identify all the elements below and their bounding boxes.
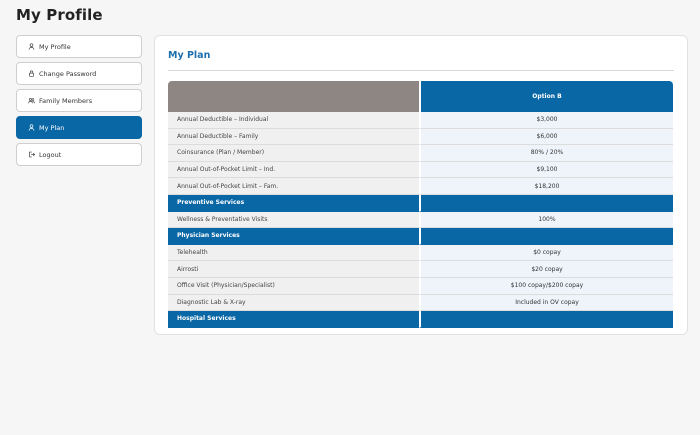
table-row: Office Visit (Physician/Specialist) $100… xyxy=(168,277,673,295)
sidebar: My Profile Change Password Family Member… xyxy=(16,35,142,170)
table-row: Telehealth $0 copay xyxy=(168,244,673,262)
lock-icon xyxy=(27,70,35,78)
table-row: Coinsurance (Plan / Member) 80% / 20% xyxy=(168,145,673,162)
plan-table: Option B Annual Deductible – Individual … xyxy=(168,81,673,328)
plan-card: My Plan Option B Annual Deductible – Ind… xyxy=(154,35,688,335)
section-label: Preventive Services xyxy=(168,194,419,212)
table-row: Annual Out-of-Pocket Limit – Ind. $9,100 xyxy=(168,161,673,179)
divider xyxy=(168,70,674,71)
section-label: Physician Services xyxy=(168,228,419,245)
sidebar-item-label: Family Members xyxy=(39,96,93,105)
table-row: Airrosti $20 copay xyxy=(168,261,673,278)
section-row: Hospital Services xyxy=(168,311,673,328)
users-icon xyxy=(27,97,35,105)
row-label: Annual Deductible – Family xyxy=(168,128,419,146)
sidebar-item-family-members[interactable]: Family Members xyxy=(16,89,142,112)
row-label: Airrosti xyxy=(168,261,419,278)
sidebar-item-label: Logout xyxy=(39,150,62,159)
table-header-row: Option B xyxy=(168,81,673,112)
table-row: Annual Deductible – Individual $3,000 xyxy=(168,112,673,129)
sidebar-item-label: My Profile xyxy=(39,42,71,51)
row-label: Coinsurance (Plan / Member) xyxy=(168,145,419,162)
sidebar-item-label: My Plan xyxy=(39,123,65,132)
table-row: Annual Deductible – Family $6,000 xyxy=(168,128,673,146)
row-label: Annual Out-of-Pocket Limit – Fam. xyxy=(168,178,419,195)
page-title: My Profile xyxy=(16,6,103,24)
row-value: Included in OV copay xyxy=(419,294,673,312)
table-row: Diagnostic Lab & X-ray Included in OV co… xyxy=(168,294,673,312)
sidebar-item-label: Change Password xyxy=(39,69,97,78)
row-value: 100% xyxy=(419,211,673,229)
header-cell-option: Option B xyxy=(419,81,673,112)
row-value: $18,200 xyxy=(419,178,673,195)
section-row: Physician Services xyxy=(168,228,673,245)
row-label: Office Visit (Physician/Specialist) xyxy=(168,277,419,295)
row-value: $6,000 xyxy=(419,128,673,146)
row-label: Telehealth xyxy=(168,244,419,262)
section-row: Preventive Services xyxy=(168,194,673,212)
sidebar-item-change-password[interactable]: Change Password xyxy=(16,62,142,85)
user-icon xyxy=(27,124,35,132)
sidebar-item-my-profile[interactable]: My Profile xyxy=(16,35,142,58)
row-value: 80% / 20% xyxy=(419,145,673,162)
plan-title: My Plan xyxy=(168,50,211,61)
sidebar-item-logout[interactable]: Logout xyxy=(16,143,142,166)
logout-icon xyxy=(27,151,35,159)
section-value xyxy=(419,228,673,245)
table-row: Annual Out-of-Pocket Limit – Fam. $18,20… xyxy=(168,178,673,195)
row-value: $9,100 xyxy=(419,161,673,179)
row-value: $100 copay/$200 copay xyxy=(419,277,673,295)
section-value xyxy=(419,311,673,328)
table-row: Wellness & Preventative Visits 100% xyxy=(168,211,673,229)
section-value xyxy=(419,194,673,212)
row-value: $20 copay xyxy=(419,261,673,278)
section-label: Hospital Services xyxy=(168,311,419,328)
row-value: $0 copay xyxy=(419,244,673,262)
user-icon xyxy=(27,43,35,51)
row-value: $3,000 xyxy=(419,112,673,129)
row-label: Annual Out-of-Pocket Limit – Ind. xyxy=(168,161,419,179)
sidebar-item-my-plan[interactable]: My Plan xyxy=(16,116,142,139)
header-cell-left xyxy=(168,81,419,112)
row-label: Wellness & Preventative Visits xyxy=(168,211,419,229)
row-label: Diagnostic Lab & X-ray xyxy=(168,294,419,312)
row-label: Annual Deductible – Individual xyxy=(168,112,419,129)
